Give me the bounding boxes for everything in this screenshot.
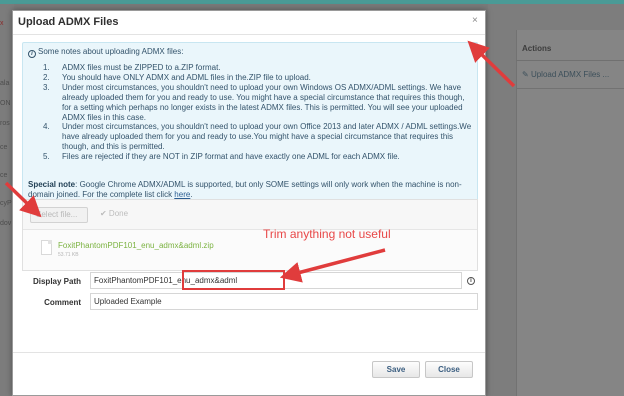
list-text: ADMX files must be ZIPPED to a.ZIP forma…	[62, 63, 221, 72]
bg-left-text: cyP	[0, 200, 12, 207]
list-item: 1. ADMX files must be ZIPPED to a.ZIP for…	[43, 63, 473, 73]
notes-box: i Some notes about uploading ADMX files: …	[22, 42, 478, 202]
list-item: 3. Under most circumstances, you shouldn'…	[43, 83, 473, 123]
upload-admx-action-label: Upload ADMX Files ...	[530, 70, 610, 79]
done-button[interactable]: ✔ Done	[100, 207, 148, 223]
bg-left-text: dov	[0, 220, 12, 227]
divider	[516, 88, 624, 89]
uploaded-file-name: FoxitPhantomPDF101_enu_admx&adml.zip	[58, 241, 214, 250]
list-text: Files are rejected if they are NOT in ZI…	[62, 152, 400, 162]
list-item: 2. You should have ONLY ADMX and ADML fil…	[43, 73, 473, 83]
dialog-header: Upload ADMX Files ×	[13, 11, 485, 35]
pencil-icon: ✎	[522, 70, 531, 79]
list-number: 2.	[43, 72, 50, 82]
file-upload-area: Select file... ✔ Done FoxitPhantomPDF101…	[22, 199, 478, 271]
special-note-label: Special note	[28, 180, 76, 189]
special-note-text: : Google Chrome ADMX/ADML is supported, …	[28, 180, 462, 199]
close-icon[interactable]: ×	[472, 15, 478, 26]
notes-heading: i Some notes about uploading ADMX files:	[28, 47, 183, 58]
divider	[13, 352, 485, 353]
bg-left-text: ala	[0, 80, 10, 87]
uploaded-file-size: 53.71 KB	[58, 252, 79, 258]
divider	[516, 60, 624, 61]
notes-heading-text: Some notes about uploading ADMX files:	[38, 47, 184, 56]
bg-left-text: ON	[0, 100, 11, 107]
save-button[interactable]: Save	[372, 361, 420, 378]
list-number: 1.	[43, 63, 50, 72]
bg-left-text: x	[0, 20, 4, 27]
bg-left-text: ce	[0, 144, 8, 151]
close-button[interactable]: Close	[425, 361, 473, 378]
notes-list: 1. ADMX files must be ZIPPED to a.ZIP for…	[43, 63, 473, 162]
list-text: You should have ONLY ADMX and ADML files…	[62, 72, 311, 82]
list-text: Under most circumstances, you shouldn't …	[62, 82, 465, 122]
comment-label: Comment	[44, 298, 81, 307]
special-note-end: .	[190, 189, 193, 199]
here-link[interactable]: here	[174, 190, 190, 199]
list-number: 3.	[43, 82, 50, 92]
display-path-label: Display Path	[32, 277, 81, 286]
annotation-highlight-box	[182, 270, 285, 290]
annotation-text: Trim anything not useful	[263, 227, 391, 241]
file-icon	[41, 240, 52, 255]
actions-panel	[516, 30, 624, 396]
list-text: Under most circumstances, you shouldn't …	[62, 122, 472, 152]
upload-admx-dialog: Upload ADMX Files × i Some notes about up…	[12, 10, 486, 396]
list-item: 4. Under most circumstances, you shouldn'…	[43, 122, 473, 152]
list-item: 5. Files are rejected if they are NOT in …	[43, 152, 473, 162]
list-number: 4.	[43, 122, 50, 132]
list-number: 5.	[43, 152, 50, 162]
dialog-title: Upload ADMX Files	[18, 16, 119, 28]
info-icon: i	[28, 50, 36, 58]
select-file-button[interactable]: Select file...	[30, 207, 88, 223]
comment-input[interactable]: Uploaded Example	[90, 293, 478, 310]
upload-admx-action-link[interactable]: ✎ Upload ADMX Files ...	[522, 70, 609, 79]
actions-title: Actions	[522, 44, 552, 53]
info-icon[interactable]: i	[467, 277, 475, 285]
special-note: Special note: Google Chrome ADMX/ADML is…	[28, 180, 474, 200]
upload-toolbar: Select file... ✔ Done	[23, 200, 477, 230]
bg-left-text: ce	[0, 172, 8, 179]
bg-left-text: ros	[0, 120, 10, 127]
